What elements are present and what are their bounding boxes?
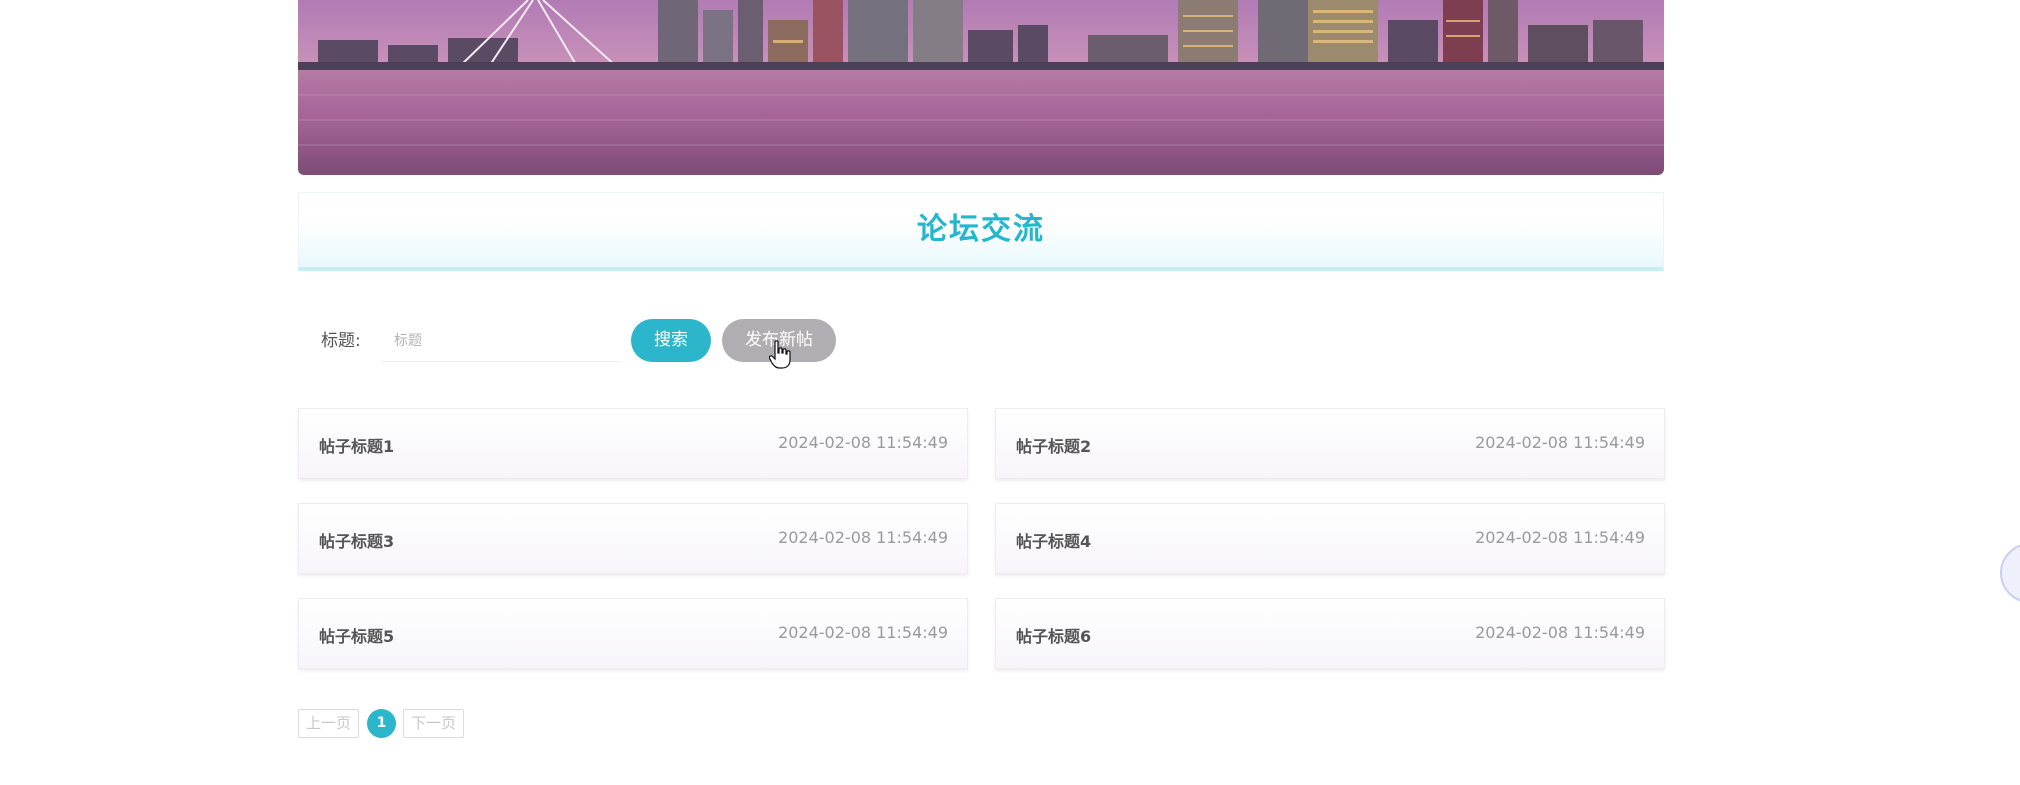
new-post-button[interactable]: 发布新帖 bbox=[722, 319, 836, 362]
post-title[interactable]: 帖子标题1 bbox=[319, 433, 394, 457]
post-title[interactable]: 帖子标题5 bbox=[319, 623, 394, 647]
post-card[interactable]: 帖子标题5 2024-02-08 11:54:49 bbox=[298, 598, 968, 669]
post-title[interactable]: 帖子标题6 bbox=[1016, 623, 1091, 647]
section-header: 论坛交流 bbox=[298, 192, 1664, 271]
post-time: 2024-02-08 11:54:49 bbox=[1475, 433, 1645, 452]
forum-page: 论坛交流 标题: 搜索 发布新帖 帖子标题1 2024-02-08 11:54:… bbox=[0, 0, 2020, 785]
post-card[interactable]: 帖子标题1 2024-02-08 11:54:49 bbox=[298, 408, 968, 479]
post-time: 2024-02-08 11:54:49 bbox=[778, 623, 948, 642]
post-title[interactable]: 帖子标题2 bbox=[1016, 433, 1091, 457]
search-input[interactable] bbox=[382, 320, 622, 362]
prev-page-button[interactable]: 上一页 bbox=[298, 709, 359, 738]
search-label: 标题: bbox=[321, 331, 361, 351]
page-title: 论坛交流 bbox=[917, 212, 1045, 247]
post-title[interactable]: 帖子标题4 bbox=[1016, 528, 1091, 552]
post-card[interactable]: 帖子标题3 2024-02-08 11:54:49 bbox=[298, 503, 968, 574]
post-time: 2024-02-08 11:54:49 bbox=[778, 528, 948, 547]
post-time: 2024-02-08 11:54:49 bbox=[1475, 623, 1645, 642]
hero-banner-image bbox=[298, 0, 1664, 175]
post-card[interactable]: 帖子标题4 2024-02-08 11:54:49 bbox=[995, 503, 1665, 574]
post-time: 2024-02-08 11:54:49 bbox=[778, 433, 948, 452]
next-page-button[interactable]: 下一页 bbox=[403, 709, 464, 738]
post-time: 2024-02-08 11:54:49 bbox=[1475, 528, 1645, 547]
post-title[interactable]: 帖子标题3 bbox=[319, 528, 394, 552]
page-number-current[interactable]: 1 bbox=[367, 709, 396, 738]
floating-widget-circle[interactable] bbox=[2000, 543, 2020, 603]
search-button[interactable]: 搜索 bbox=[631, 319, 711, 362]
post-card[interactable]: 帖子标题6 2024-02-08 11:54:49 bbox=[995, 598, 1665, 669]
post-card[interactable]: 帖子标题2 2024-02-08 11:54:49 bbox=[995, 408, 1665, 479]
